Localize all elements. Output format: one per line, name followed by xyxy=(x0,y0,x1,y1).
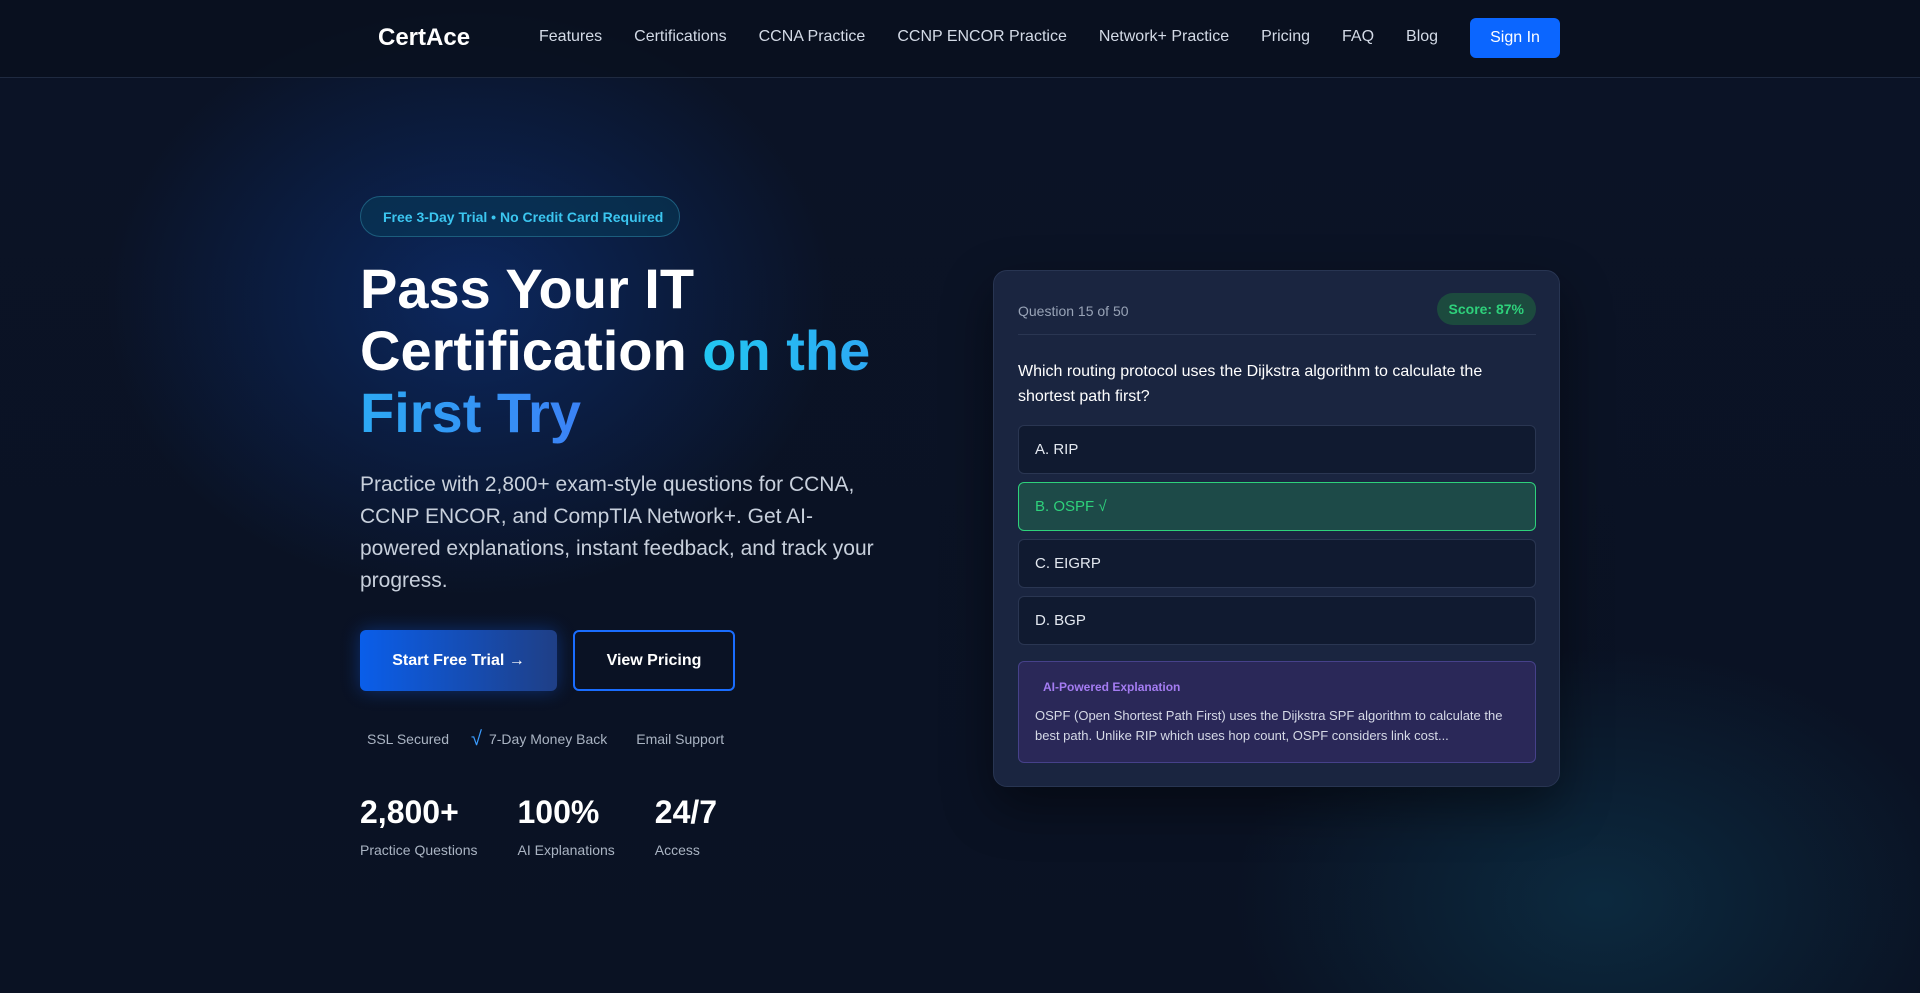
hero-subtext: Practice with 2,800+ exam-style question… xyxy=(360,473,874,592)
sign-in-button[interactable]: Sign In xyxy=(1470,18,1560,58)
score-badge: Score: 87% xyxy=(1436,293,1536,325)
ai-explanation-heading: AI-Powered Explanation xyxy=(1043,680,1181,694)
quiz-header: Question 15 of 50 Score: 87% xyxy=(1018,293,1536,335)
trust-item-email-support: Email Support xyxy=(629,731,724,747)
answer-options: A. RIP B. OSPF √ C. EIGRP D. BGP xyxy=(1018,425,1536,653)
trust-item-label: Email Support xyxy=(636,731,725,747)
top-nav: CertAce Features Certifications CCNA Pra… xyxy=(0,0,1920,78)
answer-option-c[interactable]: C. EIGRP xyxy=(1018,539,1536,588)
answer-option-a[interactable]: A. RIP xyxy=(1018,425,1536,474)
view-pricing-button[interactable]: View Pricing xyxy=(573,630,735,691)
nav-link-faq[interactable]: FAQ xyxy=(1342,28,1374,46)
trial-badge: Free 3-Day Trial • No Credit Card Requir… xyxy=(360,196,681,237)
stat-access: 24/7 Access xyxy=(655,792,717,858)
check-icon: √ xyxy=(470,727,482,750)
trust-item-ssl: SSL Secured xyxy=(360,731,449,747)
nav-link-certifications[interactable]: Certifications xyxy=(634,28,726,46)
stat-value: 100% xyxy=(517,794,600,830)
start-free-trial-button[interactable]: Start Free Trial → xyxy=(360,630,557,691)
stat-value: 24/7 xyxy=(654,794,718,830)
question-text: Which routing protocol uses the Dijkstra… xyxy=(1018,363,1483,405)
nav-link-blog[interactable]: Blog xyxy=(1406,28,1438,46)
hero-headline: Pass Your IT Certification on the First … xyxy=(360,258,920,444)
nav-link-features[interactable]: Features xyxy=(539,28,602,46)
stat-explanations: 100% AI Explanations xyxy=(518,792,615,858)
trust-item-label: 7-Day Money Back xyxy=(488,731,608,747)
answer-option-b[interactable]: B. OSPF √ xyxy=(1018,482,1536,531)
nav-links: Features Certifications CCNA Practice CC… xyxy=(539,28,1438,46)
stat-value: 2,800+ xyxy=(360,794,459,830)
page-background xyxy=(0,0,1920,993)
ai-explanation-text: OSPF (Open Shortest Path First) uses the… xyxy=(1035,708,1503,743)
logo-text: CertAce xyxy=(378,24,471,51)
ai-explanation-box: AI-Powered Explanation OSPF (Open Shorte… xyxy=(1018,661,1536,763)
nav-link-ccna-practice[interactable]: CCNA Practice xyxy=(759,28,866,46)
stat-label: Practice Questions xyxy=(360,842,478,858)
quiz-preview-card: Question 15 of 50 Score: 87% Which routi… xyxy=(993,270,1560,787)
nav-link-pricing[interactable]: Pricing xyxy=(1261,28,1310,46)
stat-questions: 2,800+ Practice Questions xyxy=(360,792,478,858)
logo[interactable]: CertAce xyxy=(360,22,470,54)
trust-item-label: SSL Secured xyxy=(367,731,449,747)
nav-link-network-plus-practice[interactable]: Network+ Practice xyxy=(1099,28,1229,46)
trust-item-money-back: √ 7-Day Money Back xyxy=(471,728,607,751)
nav-link-ccnp-encor-practice[interactable]: CCNP ENCOR Practice xyxy=(897,28,1067,46)
trial-badge-text: Free 3-Day Trial • No Credit Card Requir… xyxy=(383,208,664,225)
question-counter: Question 15 of 50 xyxy=(1018,303,1129,319)
stat-label: Access xyxy=(654,842,700,858)
stats-row: 2,800+ Practice Questions 100% AI Explan… xyxy=(360,792,717,858)
ai-explanation-title: AI-Powered Explanation xyxy=(1035,680,1519,694)
stat-label: AI Explanations xyxy=(517,842,615,858)
headline-plain: Pass Your IT Certification xyxy=(360,257,703,382)
trust-indicators: SSL Secured √ 7-Day Money Back Email Sup… xyxy=(360,728,724,750)
answer-option-d[interactable]: D. BGP xyxy=(1018,596,1536,645)
